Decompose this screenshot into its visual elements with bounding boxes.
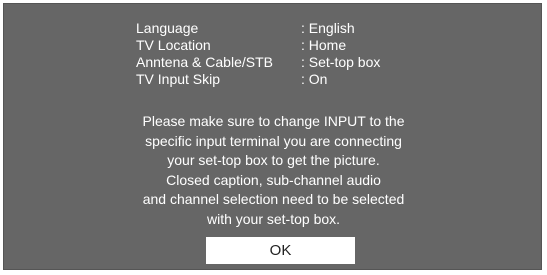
message-line: Closed caption, sub-channel audio: [166, 171, 381, 188]
ok-button[interactable]: OK: [206, 237, 355, 264]
setting-row-tv-location: TV Location : Home: [136, 37, 380, 54]
setup-confirmation-dialog: Language : English TV Location : Home An…: [3, 3, 542, 270]
message-line: your set-top box to get the picture.: [167, 152, 380, 168]
setting-label: Language: [136, 20, 199, 36]
setting-value: : English: [301, 20, 355, 36]
settings-summary: Language : English TV Location : Home An…: [136, 20, 380, 88]
setting-label: TV Location: [136, 37, 211, 53]
setting-row-tv-input-skip: TV Input Skip : On: [136, 71, 380, 88]
setting-value: : Home: [301, 37, 347, 53]
setting-row-language: Language : English: [136, 20, 380, 37]
message-line: specific input terminal you are connecti…: [145, 132, 402, 149]
setting-row-antenna-cable-stb: Anntena & Cable/STB : Set-top box: [136, 54, 380, 71]
setting-value: : On: [301, 71, 328, 87]
setting-label: Anntena & Cable/STB: [136, 54, 273, 70]
message-line: and channel selection need to be selecte…: [142, 191, 405, 207]
message-line: Please make sure to change INPUT to the: [142, 113, 405, 129]
setting-value: : Set-top box: [301, 54, 381, 70]
instruction-message: Please make sure to change INPUT to the …: [4, 112, 543, 229]
message-line: with your set-top box.: [206, 210, 341, 227]
setting-label: TV Input Skip: [136, 71, 221, 87]
screen: Language : English TV Location : Home An…: [0, 0, 547, 275]
